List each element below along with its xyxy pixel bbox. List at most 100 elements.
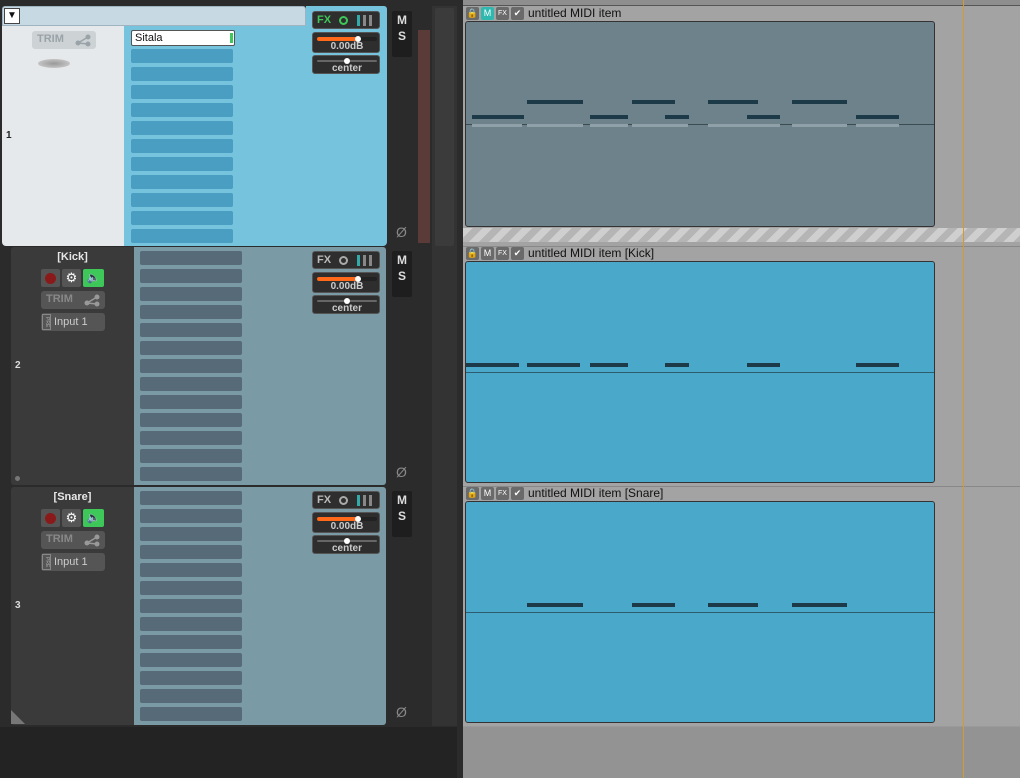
input-selector[interactable]: PRE Input 1 xyxy=(41,553,105,571)
midi-note[interactable] xyxy=(527,603,583,607)
midi-note[interactable] xyxy=(708,100,758,104)
mute-button[interactable]: M xyxy=(392,493,412,507)
item-fx-button[interactable]: FX xyxy=(496,247,509,260)
phase-invert-icon[interactable]: Ø xyxy=(396,464,407,480)
volume-fader[interactable]: 0.00dB xyxy=(312,512,380,533)
fx-slot[interactable] xyxy=(140,653,242,667)
fx-button[interactable]: FX xyxy=(317,254,331,266)
fx-slot[interactable] xyxy=(131,229,233,243)
fx-slot[interactable] xyxy=(140,395,242,409)
fx-slot[interactable] xyxy=(140,467,242,481)
fx-button[interactable]: FX xyxy=(317,14,331,26)
fx-slot[interactable] xyxy=(140,359,242,373)
fx-button[interactable]: FX xyxy=(317,494,331,506)
settings-icon[interactable]: ⚙ xyxy=(62,269,81,287)
track-name[interactable]: [Snare] xyxy=(11,491,134,503)
item-3-header[interactable]: 🔒 M FX ✔ untitled MIDI item [Snare] xyxy=(466,486,936,500)
fx-slot[interactable] xyxy=(131,67,233,81)
fx-slot[interactable] xyxy=(140,617,242,631)
mute-button[interactable]: M xyxy=(392,13,412,27)
fx-slot[interactable] xyxy=(131,175,233,189)
track-name[interactable]: [Kick] xyxy=(11,251,134,263)
midi-note[interactable] xyxy=(590,363,628,367)
midi-note[interactable] xyxy=(856,115,899,119)
midi-item-2[interactable] xyxy=(465,261,935,483)
lock-icon[interactable]: 🔒 xyxy=(466,487,479,500)
solo-button[interactable]: S xyxy=(392,509,412,523)
fx-slot[interactable] xyxy=(140,413,242,427)
tcp-scroll-thumb[interactable] xyxy=(435,8,454,246)
fx-slot[interactable] xyxy=(131,211,233,225)
fx-slot[interactable] xyxy=(140,509,242,523)
envelope-icon[interactable]: ✔ xyxy=(511,247,524,260)
fx-slot[interactable] xyxy=(131,193,233,207)
lock-icon[interactable]: 🔒 xyxy=(466,7,479,20)
fx-slot[interactable] xyxy=(140,527,242,541)
fx-slot[interactable] xyxy=(140,377,242,391)
volume-fader[interactable]: 0.00dB xyxy=(312,32,380,53)
record-arm-button[interactable] xyxy=(41,269,60,287)
pan-control[interactable]: center xyxy=(312,295,380,314)
fx-slot[interactable] xyxy=(140,341,242,355)
fx-slot[interactable] xyxy=(131,103,233,117)
fx-bypass-icon[interactable] xyxy=(339,496,348,505)
input-knob[interactable] xyxy=(38,59,70,68)
settings-icon[interactable]: ⚙ xyxy=(62,509,81,527)
envelope-icon[interactable]: ✔ xyxy=(511,487,524,500)
fx-slot[interactable] xyxy=(140,545,242,559)
monitor-speaker-icon[interactable]: 🔈 xyxy=(83,269,104,287)
mute-button[interactable]: M xyxy=(392,253,412,267)
item-2-header[interactable]: 🔒 M FX ✔ untitled MIDI item [Kick] xyxy=(466,246,936,260)
midi-note[interactable] xyxy=(665,363,689,367)
phase-invert-icon[interactable]: Ø xyxy=(396,704,407,720)
midi-note[interactable] xyxy=(792,100,847,104)
volume-fader[interactable]: 0.00dB xyxy=(312,272,380,293)
input-selector[interactable]: PRE Input 1 xyxy=(41,313,105,331)
resize-corner-icon[interactable] xyxy=(11,710,27,724)
trim-button[interactable]: TRIM xyxy=(41,291,105,309)
fx-slot[interactable] xyxy=(140,707,242,721)
fx-slot-sitala[interactable]: Sitala xyxy=(131,30,235,46)
fx-slot[interactable] xyxy=(140,635,242,649)
fx-slot[interactable] xyxy=(140,563,242,577)
fx-slot[interactable] xyxy=(140,671,242,685)
fx-slot[interactable] xyxy=(140,449,242,463)
midi-note[interactable] xyxy=(792,603,847,607)
pre-fx-toggle[interactable]: PRE xyxy=(42,554,51,570)
midi-note[interactable] xyxy=(665,115,689,119)
fx-slot[interactable] xyxy=(140,491,242,505)
fx-slot[interactable] xyxy=(140,251,242,265)
fx-slot[interactable] xyxy=(131,139,233,153)
fx-slot[interactable] xyxy=(140,323,242,337)
arrange-empty-area[interactable] xyxy=(463,727,1020,778)
item-fx-button[interactable]: FX xyxy=(496,7,509,20)
fx-slot[interactable] xyxy=(140,689,242,703)
fx-slot[interactable] xyxy=(131,121,233,135)
folder-collapse-button[interactable]: ▼ xyxy=(4,8,20,24)
fx-slot[interactable] xyxy=(140,269,242,283)
fx-slot[interactable] xyxy=(131,157,233,171)
fx-bypass-icon[interactable] xyxy=(339,256,348,265)
midi-note[interactable] xyxy=(708,603,758,607)
item-mute-button[interactable]: M xyxy=(481,487,494,500)
fx-slot[interactable] xyxy=(140,581,242,595)
midi-note[interactable] xyxy=(632,100,675,104)
envelope-icon[interactable]: ✔ xyxy=(511,7,524,20)
midi-note[interactable] xyxy=(590,115,628,119)
item-fx-button[interactable]: FX xyxy=(496,487,509,500)
fx-slot[interactable] xyxy=(140,287,242,301)
solo-button[interactable]: S xyxy=(392,269,412,283)
fx-slot[interactable] xyxy=(140,305,242,319)
folder-header-bar[interactable] xyxy=(2,6,306,26)
record-arm-button[interactable] xyxy=(41,509,60,527)
midi-item-1[interactable] xyxy=(465,21,935,227)
fx-slot[interactable] xyxy=(131,49,233,63)
trim-button[interactable]: TRIM xyxy=(41,531,105,549)
midi-note[interactable] xyxy=(856,363,899,367)
pan-control[interactable]: center xyxy=(312,55,380,74)
item-1-header[interactable]: 🔒 M FX ✔ untitled MIDI item xyxy=(466,6,936,20)
fx-slot[interactable] xyxy=(131,85,233,99)
monitor-speaker-icon[interactable]: 🔈 xyxy=(83,509,104,527)
edit-cursor[interactable] xyxy=(963,0,964,778)
pre-fx-toggle[interactable]: PRE xyxy=(42,314,51,330)
